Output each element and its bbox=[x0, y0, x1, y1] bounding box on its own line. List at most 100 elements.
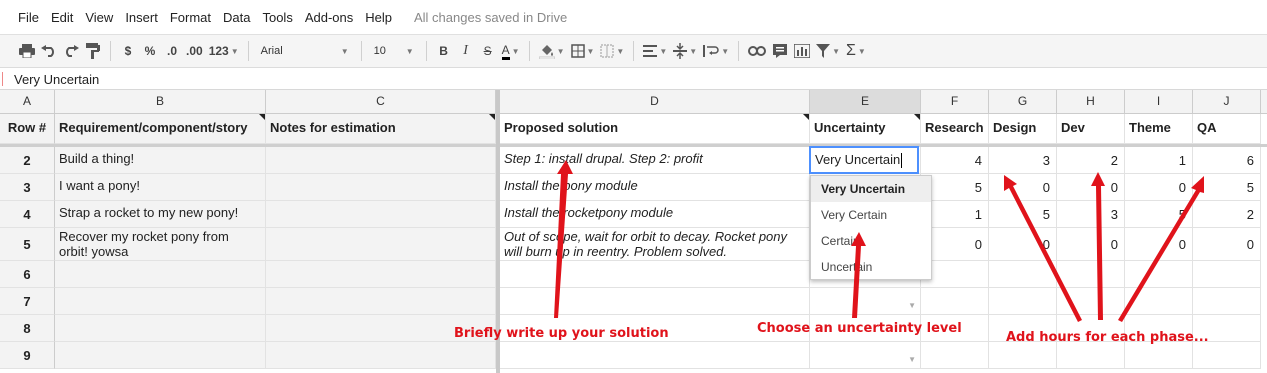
cell-uncertainty[interactable]: ▼ bbox=[810, 342, 921, 369]
cell-dev[interactable] bbox=[1057, 342, 1125, 369]
cell-notes[interactable] bbox=[266, 147, 496, 174]
text-color-button[interactable]: A ▼ bbox=[499, 39, 523, 63]
cell-notes[interactable] bbox=[266, 201, 496, 228]
column-header-b[interactable]: B bbox=[55, 90, 266, 114]
column-header-e[interactable]: E bbox=[810, 90, 921, 114]
borders-icon[interactable]: ▼ bbox=[568, 39, 598, 63]
bold-button[interactable]: B bbox=[433, 39, 455, 63]
active-cell-editor[interactable]: Very Uncertain bbox=[809, 146, 919, 174]
cell-dev[interactable]: 2 bbox=[1057, 147, 1125, 174]
row-header[interactable]: 5 bbox=[0, 228, 55, 261]
cell-research[interactable]: 4 bbox=[921, 147, 989, 174]
decrease-decimal-button[interactable]: .0 bbox=[161, 39, 183, 63]
row-header[interactable]: 7 bbox=[0, 288, 55, 315]
cell-requirement[interactable] bbox=[55, 342, 266, 369]
filter-icon[interactable]: ▼ bbox=[813, 39, 843, 63]
column-header-g[interactable]: G bbox=[989, 90, 1057, 114]
column-header-c[interactable]: C bbox=[266, 90, 496, 114]
cell-dev[interactable]: 3 bbox=[1057, 201, 1125, 228]
cell-dev[interactable] bbox=[1057, 288, 1125, 315]
row-header[interactable]: 4 bbox=[0, 201, 55, 228]
functions-button[interactable]: Σ ▼ bbox=[843, 39, 869, 63]
cell-theme[interactable]: 5 bbox=[1125, 201, 1193, 228]
font-select[interactable]: Arial ▼ bbox=[255, 39, 355, 63]
align-icon[interactable]: ▼ bbox=[640, 39, 670, 63]
cell-qa[interactable] bbox=[1193, 342, 1261, 369]
cell-requirement[interactable]: I want a pony! bbox=[55, 174, 266, 201]
menu-format[interactable]: Format bbox=[164, 10, 217, 25]
cell-qa[interactable]: 2 bbox=[1193, 201, 1261, 228]
paint-format-icon[interactable] bbox=[82, 39, 104, 63]
cell-solution[interactable] bbox=[500, 288, 810, 315]
chevron-down-icon[interactable]: ▼ bbox=[908, 355, 916, 364]
row-header[interactable]: 6 bbox=[0, 261, 55, 288]
cell-design[interactable] bbox=[989, 261, 1057, 288]
cell-design[interactable]: 0 bbox=[989, 228, 1057, 261]
menu-insert[interactable]: Insert bbox=[119, 10, 164, 25]
cell-requirement[interactable]: Build a thing! bbox=[55, 147, 266, 174]
cell-design[interactable]: 3 bbox=[989, 147, 1057, 174]
cell-design[interactable]: 5 bbox=[989, 201, 1057, 228]
header-cell-f[interactable]: Research bbox=[921, 114, 989, 144]
menu-view[interactable]: View bbox=[79, 10, 119, 25]
cell-qa[interactable]: 6 bbox=[1193, 147, 1261, 174]
header-cell-c[interactable]: Notes for estimation bbox=[266, 114, 496, 144]
cell-solution[interactable]: Install the pony module bbox=[500, 174, 810, 201]
strikethrough-button[interactable]: S bbox=[477, 39, 499, 63]
cell-requirement[interactable] bbox=[55, 261, 266, 288]
menu-tools[interactable]: Tools bbox=[256, 10, 298, 25]
column-header-k[interactable] bbox=[1261, 90, 1267, 114]
italic-button[interactable]: I bbox=[455, 39, 477, 63]
column-header-f[interactable]: F bbox=[921, 90, 989, 114]
fill-color-icon[interactable]: ▼ bbox=[536, 39, 568, 63]
menu-file[interactable]: File bbox=[12, 10, 45, 25]
font-size-select[interactable]: 10 ▼ bbox=[368, 39, 420, 63]
header-cell-h[interactable]: Dev bbox=[1057, 114, 1125, 144]
row-header[interactable]: 3 bbox=[0, 174, 55, 201]
dropdown-option[interactable]: Very Certain bbox=[811, 202, 931, 228]
cell-theme[interactable] bbox=[1125, 261, 1193, 288]
cell-solution[interactable]: Out of scope, wait for orbit to decay. R… bbox=[500, 228, 810, 261]
cell-theme[interactable]: 1 bbox=[1125, 147, 1193, 174]
column-header-a[interactable]: A bbox=[0, 90, 55, 114]
header-cell-b[interactable]: Requirement/component/story bbox=[55, 114, 266, 144]
cell-requirement[interactable] bbox=[55, 315, 266, 342]
link-icon[interactable] bbox=[745, 39, 769, 63]
column-header-i[interactable]: I bbox=[1125, 90, 1193, 114]
text-wrap-icon[interactable]: ▼ bbox=[700, 39, 732, 63]
dropdown-option[interactable]: Certain bbox=[811, 228, 931, 254]
cell-solution[interactable] bbox=[500, 342, 810, 369]
cell-notes[interactable] bbox=[266, 342, 496, 369]
cell-design[interactable] bbox=[989, 288, 1057, 315]
cell-qa[interactable]: 5 bbox=[1193, 174, 1261, 201]
cell-solution[interactable]: Install the rocketpony module bbox=[500, 201, 810, 228]
comment-icon[interactable] bbox=[769, 39, 791, 63]
print-icon[interactable] bbox=[16, 39, 38, 63]
column-header-h[interactable]: H bbox=[1057, 90, 1125, 114]
cell-theme[interactable] bbox=[1125, 342, 1193, 369]
column-header-d[interactable]: D bbox=[500, 90, 810, 114]
row-header[interactable]: 9 bbox=[0, 342, 55, 369]
cell-theme[interactable]: 0 bbox=[1125, 228, 1193, 261]
cell-theme[interactable] bbox=[1125, 288, 1193, 315]
row-header[interactable]: 8 bbox=[0, 315, 55, 342]
menu-addons[interactable]: Add-ons bbox=[299, 10, 359, 25]
cell-research[interactable] bbox=[921, 288, 989, 315]
menu-data[interactable]: Data bbox=[217, 10, 256, 25]
cell-qa[interactable]: 0 bbox=[1193, 228, 1261, 261]
redo-icon[interactable] bbox=[60, 39, 82, 63]
formula-bar[interactable]: Very Uncertain bbox=[0, 68, 1267, 90]
cell-notes[interactable] bbox=[266, 228, 496, 261]
row-header[interactable]: 2 bbox=[0, 147, 55, 174]
cell-qa[interactable] bbox=[1193, 288, 1261, 315]
percent-button[interactable]: % bbox=[139, 39, 161, 63]
cell-theme[interactable]: 0 bbox=[1125, 174, 1193, 201]
cell-notes[interactable] bbox=[266, 174, 496, 201]
cell-requirement[interactable]: Recover my rocket pony from orbit! yowsa bbox=[55, 228, 266, 261]
cell-design[interactable]: 0 bbox=[989, 174, 1057, 201]
header-cell-d[interactable]: Proposed solution bbox=[500, 114, 810, 144]
more-formats-button[interactable]: 123 ▼ bbox=[206, 39, 242, 63]
header-cell-i[interactable]: Theme bbox=[1125, 114, 1193, 144]
header-cell-g[interactable]: Design bbox=[989, 114, 1057, 144]
header-cell-j[interactable]: QA bbox=[1193, 114, 1261, 144]
